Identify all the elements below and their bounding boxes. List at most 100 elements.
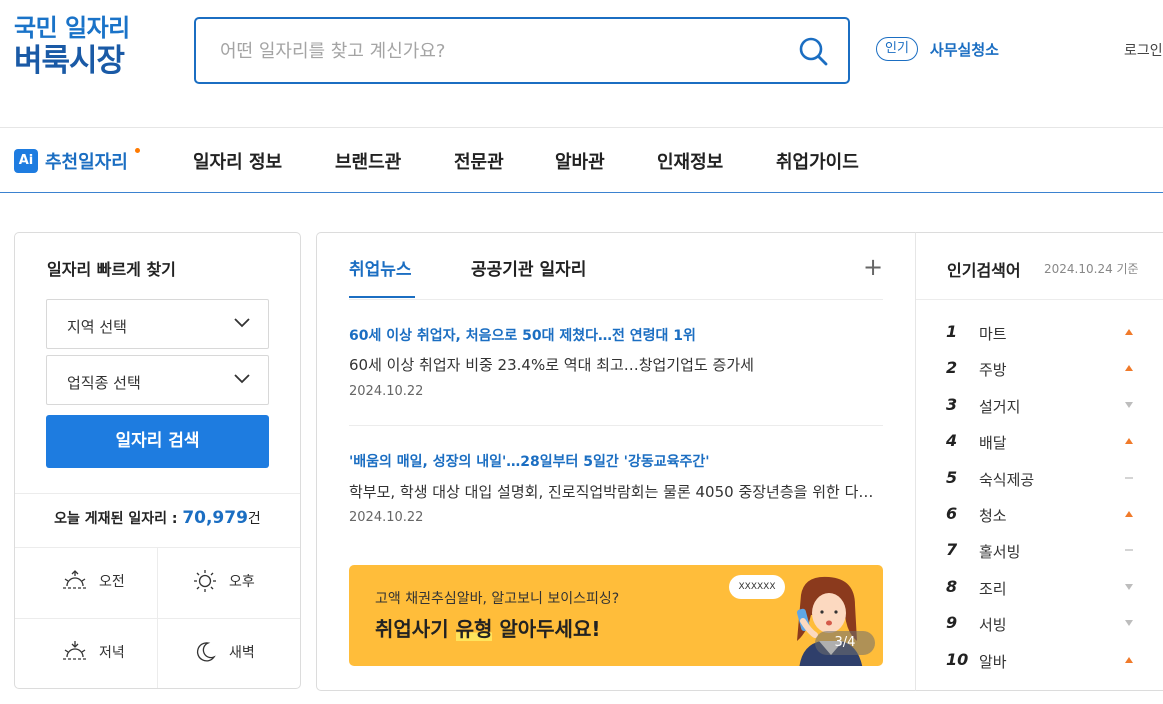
nav-item-expert[interactable]: 전문관 [454, 148, 504, 174]
time-evening-button[interactable]: 저녁 [61, 640, 125, 664]
ranking-item[interactable]: 4 배달 [946, 431, 1146, 453]
sun-icon [194, 570, 216, 592]
ranking-item[interactable]: 3 설거지 [946, 395, 1146, 417]
banner-line2-pre: 취업사기 [375, 617, 456, 641]
time-afternoon-button[interactable]: 오후 [191, 569, 255, 593]
site-logo[interactable]: 국민 일자리 벼룩시장 [14, 16, 130, 77]
ranking-number: 3 [946, 394, 958, 414]
nav-recommend-label: 추천일자리 [45, 152, 128, 173]
ranking-number: 9 [946, 613, 958, 633]
time-morning-button[interactable]: 오전 [61, 569, 125, 593]
new-dot-icon [134, 148, 140, 153]
ranking-item[interactable]: 1 마트 [946, 322, 1146, 344]
ranking-number: 7 [946, 540, 958, 560]
ranking-item[interactable]: 8 조리 [946, 577, 1146, 599]
banner-line2: 취업사기 유형 알아두세요! [375, 613, 600, 642]
trend-up-icon [1125, 656, 1133, 663]
popular-keyword[interactable]: 인기 사무실청소 [876, 37, 999, 61]
trend-up-icon [1125, 438, 1133, 445]
today-jobs-count: 오늘 게재된 일자리 : 70,979건 [15, 508, 300, 528]
ranking-term: 조리 [979, 579, 1007, 598]
search-icon[interactable] [798, 36, 828, 66]
nav-item-talent[interactable]: 인재정보 [657, 148, 723, 174]
nav-item-brand[interactable]: 브랜드관 [335, 148, 401, 174]
ranking-term: 배달 [979, 434, 1007, 453]
category-select[interactable]: 업직종 선택 [46, 355, 269, 405]
search-box [194, 17, 850, 84]
ranking-number: 6 [946, 504, 958, 523]
ranking-term: 서빙 [979, 616, 1007, 635]
ranking-item[interactable]: 5 숙식제공 [946, 468, 1146, 490]
trend-same-icon [1125, 476, 1133, 479]
popular-badge: 인기 [876, 37, 918, 61]
main-nav: Ai 추천일자리 일자리 정보 브랜드관 전문관 알바관 인재정보 취업가이드 [0, 128, 1163, 192]
trend-same-icon [1125, 549, 1133, 552]
ai-icon: Ai [14, 149, 38, 173]
more-plus-icon[interactable]: + [863, 253, 883, 281]
ranking-date: 2024.10.24 기준 [1044, 262, 1139, 276]
ranking-item[interactable]: 6 청소 [946, 504, 1146, 526]
ranking-number: 5 [946, 467, 958, 487]
time-morning-label: 오전 [99, 574, 125, 590]
trend-up-icon [1125, 511, 1133, 517]
ranking-item[interactable]: 7 홀서빙 [946, 540, 1146, 562]
ranking-term: 알바 [979, 652, 1007, 671]
logo-line2: 벼룩시장 [14, 43, 125, 79]
banner-line1: 고액 채권추심알바, 알고보니 보이스피싱? [375, 591, 620, 607]
trend-down-icon [1125, 620, 1133, 627]
promo-banner[interactable]: 고액 채권추심알바, 알고보니 보이스피싱? 취업사기 유형 알아두세요! XX… [349, 565, 883, 666]
news-item-desc[interactable]: 학부모, 학생 대상 대입 설명회, 진로직업박람회는 물론 4050 중장년층… [349, 481, 883, 502]
trend-up-icon [1125, 329, 1133, 335]
job-search-button[interactable]: 일자리 검색 [46, 415, 269, 468]
tab-public-jobs[interactable]: 공공기관 일자리 [471, 255, 586, 280]
ranking-item[interactable]: 2 주방 [946, 358, 1146, 380]
chevron-down-icon [234, 318, 250, 328]
popular-term[interactable]: 사무실청소 [930, 39, 999, 60]
time-evening-label: 저녁 [99, 645, 125, 661]
nav-item-recommend[interactable]: Ai 추천일자리 [14, 148, 140, 174]
login-link[interactable]: 로그인 [1124, 40, 1163, 60]
sunset-icon [63, 641, 87, 660]
banner-pager[interactable]: 3/4 [815, 631, 875, 655]
ranking-term: 주방 [979, 361, 1007, 380]
quick-find-title: 일자리 빠르게 찾기 [47, 260, 176, 279]
today-count: 70,979 [182, 508, 248, 528]
ranking-term: 마트 [979, 325, 1007, 343]
active-tab-indicator [349, 296, 415, 298]
time-dawn-button[interactable]: 새벽 [191, 640, 255, 664]
moon-icon [197, 642, 216, 662]
nav-item-job-info[interactable]: 일자리 정보 [193, 148, 282, 174]
divider [349, 425, 883, 426]
ranking-term: 설거지 [979, 397, 1021, 416]
search-input[interactable] [220, 37, 780, 65]
region-select-label: 지역 선택 [67, 318, 127, 336]
tab-job-news[interactable]: 취업뉴스 [349, 255, 412, 280]
logo-line1: 국민 일자리 [14, 14, 130, 42]
quick-find-panel: 일자리 빠르게 찾기 지역 선택 업직종 선택 일자리 검색 오늘 게재된 일자… [14, 232, 301, 689]
divider [157, 547, 158, 688]
chevron-down-icon [234, 374, 250, 384]
ranking-term: 청소 [979, 507, 1007, 525]
sunrise-icon [63, 570, 87, 589]
ranking-number: 4 [946, 431, 958, 451]
ranking-item[interactable]: 9 서빙 [946, 613, 1146, 635]
time-dawn-label: 새벽 [229, 645, 255, 661]
ranking-title: 인기검색어 [947, 261, 1021, 280]
region-select[interactable]: 지역 선택 [46, 299, 269, 349]
category-select-label: 업직종 선택 [67, 374, 141, 392]
news-item-title[interactable]: '배움의 매일, 성장의 내일'…28일부터 5일간 '강동교육주간' [349, 451, 710, 471]
speech-bubble: XXXXXX [729, 575, 785, 599]
nav-item-guide[interactable]: 취업가이드 [776, 148, 859, 174]
ranking-item[interactable]: 10 알바 [946, 650, 1146, 672]
nav-item-parttime[interactable]: 알바관 [555, 148, 605, 174]
trend-down-icon [1125, 401, 1133, 408]
news-item-title[interactable]: 60세 이상 취업자, 처음으로 50대 제쳤다…전 연령대 1위 [349, 325, 696, 345]
ranking-number: 2 [946, 358, 958, 378]
ranking-term: 숙식제공 [979, 470, 1035, 489]
news-item-desc[interactable]: 60세 이상 취업자 비중 23.4%로 역대 최고…창업기업도 증가세 [349, 354, 883, 375]
news-item-date: 2024.10.22 [349, 510, 424, 525]
news-panel: 취업뉴스 공공기관 일자리 + 60세 이상 취업자, 처음으로 50대 제쳤다… [316, 232, 916, 691]
divider [349, 299, 883, 300]
divider [916, 299, 1163, 300]
ranking-number: 1 [946, 322, 958, 341]
